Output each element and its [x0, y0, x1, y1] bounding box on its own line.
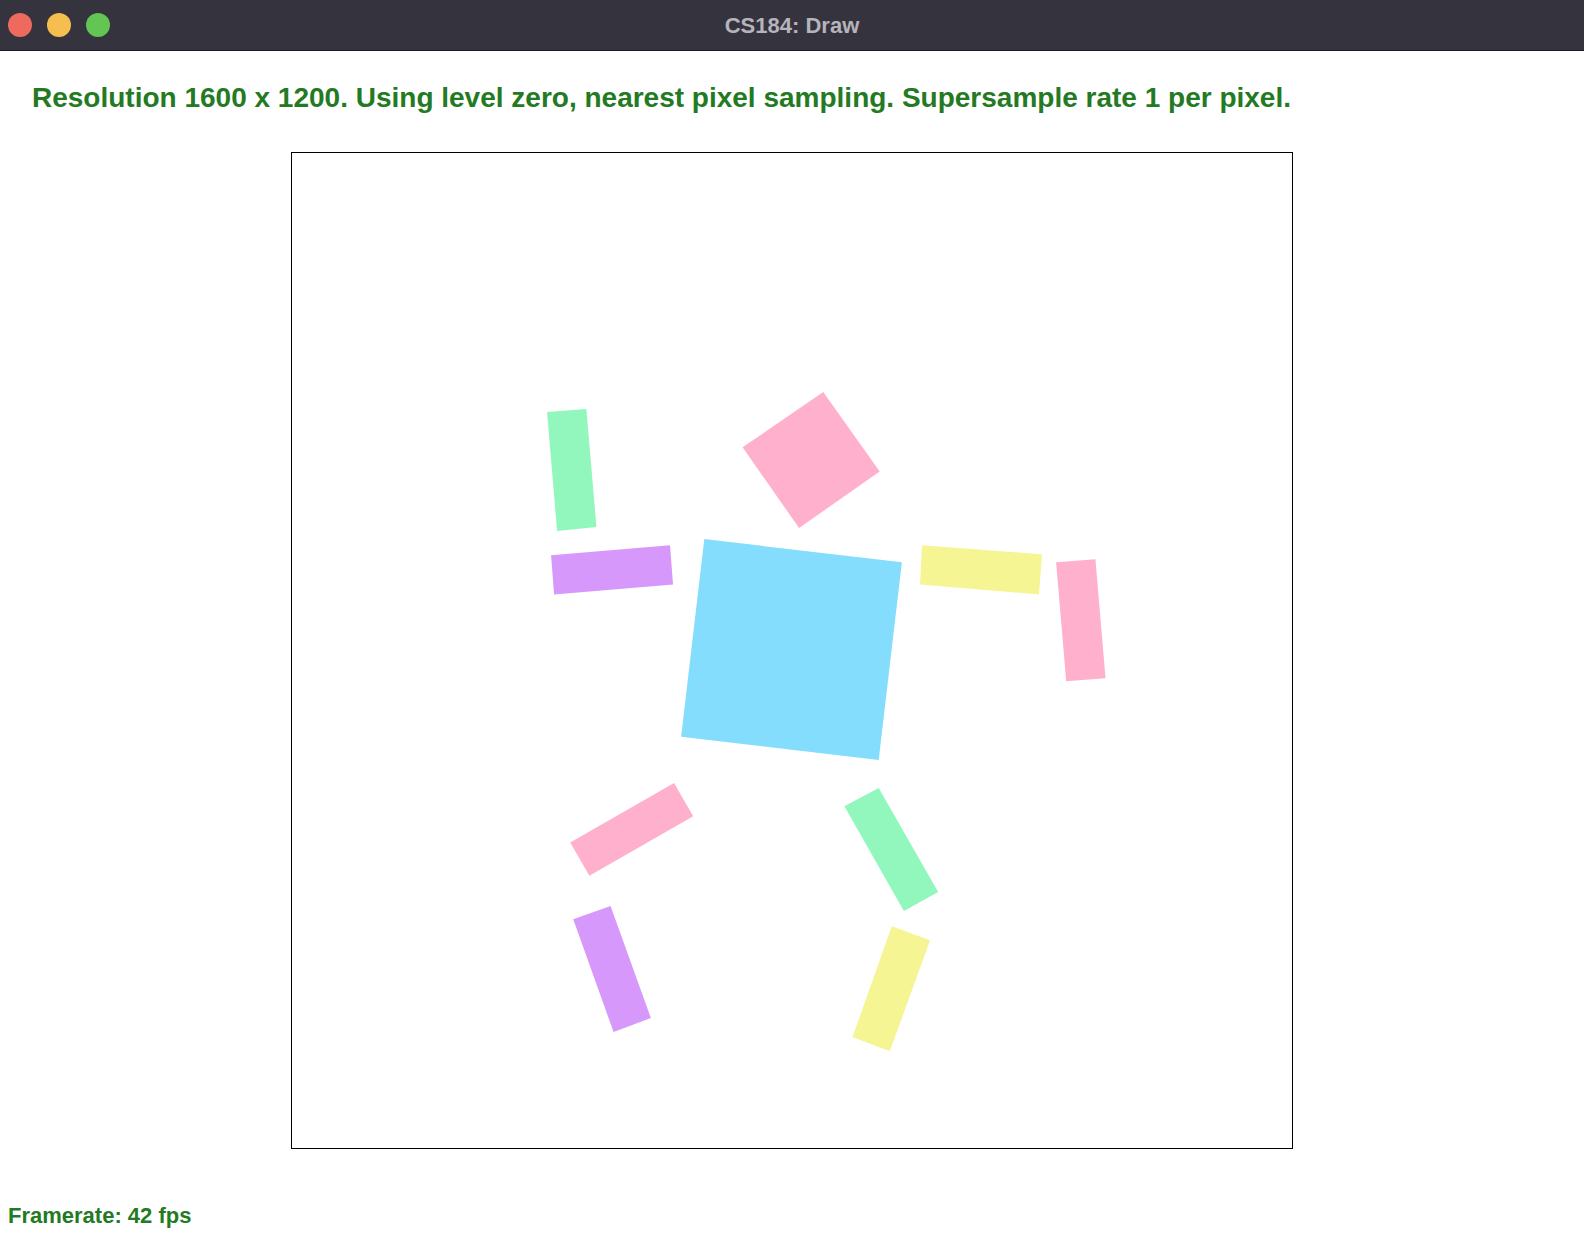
window-controls: [8, 0, 110, 50]
close-button[interactable]: [8, 13, 32, 37]
zoom-button[interactable]: [86, 13, 110, 37]
canvas-drawing: [292, 153, 1292, 1148]
left-hand-shape: [547, 409, 596, 531]
head-shape: [743, 392, 880, 528]
right-arm-shape: [920, 545, 1042, 594]
left-shin-shape: [573, 906, 651, 1032]
left-thigh-shape: [570, 783, 693, 876]
body-shape: [681, 539, 902, 760]
right-shin-shape: [852, 926, 930, 1051]
framerate-text: Framerate: 42 fps: [0, 1202, 1584, 1242]
window-title: CS184: Draw: [725, 9, 860, 42]
draw-canvas[interactable]: [291, 152, 1293, 1149]
minimize-button[interactable]: [47, 13, 71, 37]
app-window: CS184: Draw Resolution 1600 x 1200. Using…: [0, 0, 1584, 1242]
status-text: Resolution 1600 x 1200. Using level zero…: [0, 51, 1584, 115]
right-hand-shape: [1056, 559, 1105, 681]
right-thigh-shape: [844, 788, 938, 911]
title-bar: CS184: Draw: [0, 0, 1584, 51]
left-arm-shape: [551, 545, 673, 594]
